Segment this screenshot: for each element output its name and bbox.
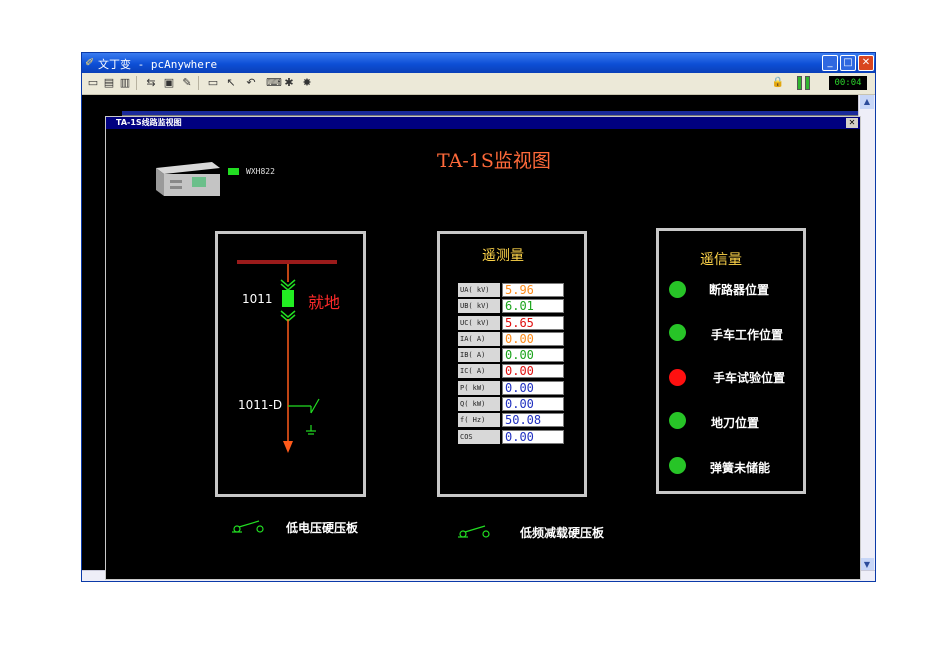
- status-indicator-icon: [669, 324, 686, 341]
- status-indicator-icon: [669, 412, 686, 429]
- clipboard-icon[interactable]: ▣: [162, 76, 176, 90]
- telemetry-value: 0.00: [502, 429, 564, 444]
- device-label: WXH822: [246, 167, 275, 176]
- telemetry-value: 50.08: [502, 413, 564, 428]
- low-frequency-plate-switch-icon[interactable]: [456, 523, 492, 539]
- screen-icon[interactable]: ▭: [206, 76, 220, 90]
- inner-title-bar[interactable]: TA-1S线路监视图 ✕: [106, 117, 860, 129]
- toolbar: ▭ ▤ ▥ ⇆ ▣ ✎ ▭ ↖ ↶ ⌨ ✱ ✸ 🔒 00:04: [82, 73, 875, 95]
- diagram-title: TA-1S监视图: [437, 150, 551, 172]
- chat-icon[interactable]: ✎: [180, 76, 194, 90]
- view-icon[interactable]: ▭: [86, 76, 100, 90]
- telemetry-row: IB( A) 0.00: [458, 347, 564, 363]
- inner-window-title: TA-1S线路监视图: [116, 118, 182, 127]
- telemetry-row: IA( A) 0.00: [458, 331, 564, 347]
- lock-icon[interactable]: 🔒: [771, 76, 785, 90]
- telemetry-table: UA( kV) 5.96 UB( kV) 6.01 UC( kV) 5.65 I…: [458, 282, 564, 445]
- cursor-icon[interactable]: ↖: [224, 76, 238, 90]
- cart-test-position-label: 手车试验位置: [713, 371, 786, 385]
- maximize-button[interactable]: □: [840, 55, 856, 71]
- properties-icon[interactable]: ▥: [118, 76, 132, 90]
- status-indicator-icon: [669, 457, 686, 474]
- telesignal-title: 遥信量: [700, 252, 742, 268]
- telemetry-value: 0.00: [502, 364, 564, 379]
- telemetry-row: COS 0.00: [458, 429, 564, 445]
- telemetry-row: UB( kV) 6.01: [458, 298, 564, 314]
- undo-icon[interactable]: ↶: [244, 76, 258, 90]
- telemetry-label: COS: [458, 429, 500, 444]
- telemetry-label: IA( A): [458, 331, 500, 346]
- telemetry-label: f( Hz): [458, 413, 500, 428]
- toolbar-separator: [198, 76, 199, 90]
- telemetry-row: IC( A) 0.00: [458, 363, 564, 379]
- telemetry-label: P( kW): [458, 380, 500, 395]
- telemetry-label: IC( A): [458, 364, 500, 379]
- status-indicator-icon: [669, 281, 686, 298]
- save-icon[interactable]: ▤: [102, 76, 116, 90]
- keyboard-icon[interactable]: ⌨: [266, 76, 282, 90]
- telemetry-label: IB( A): [458, 348, 500, 363]
- device-status-led: [228, 168, 239, 175]
- telemetry-value: 0.00: [502, 380, 564, 395]
- local-mode-label: 就地: [308, 293, 341, 312]
- telemetry-row: P( kW) 0.00: [458, 380, 564, 396]
- pcanywhere-app-icon: ✐: [85, 56, 95, 69]
- end-session-icon[interactable]: ✸: [300, 76, 314, 90]
- protection-device-image: [156, 162, 220, 196]
- telemetry-value: 0.00: [502, 397, 564, 412]
- telemetry-row: Q( kW) 0.00: [458, 396, 564, 412]
- cart-working-position-label: 手车工作位置: [711, 328, 784, 342]
- inner-close-button[interactable]: ✕: [846, 118, 858, 128]
- telemetry-label: UC( kV): [458, 315, 500, 330]
- minimize-button[interactable]: _: [822, 55, 838, 71]
- single-line-diagram: [237, 260, 337, 453]
- telemetry-title: 遥测量: [482, 248, 524, 264]
- low-frequency-plate-label: 低频减载硬压板: [520, 526, 605, 540]
- low-voltage-plate-switch-icon[interactable]: [230, 518, 266, 534]
- title-bar[interactable]: ✐ 文丁变 - pcAnywhere _ □ ✕: [82, 53, 875, 73]
- signal-bars-icon: [797, 76, 817, 90]
- telemetry-row: UC( kV) 5.65: [458, 315, 564, 331]
- send-keys-icon[interactable]: ✱: [282, 76, 296, 90]
- status-indicator-icon: [669, 369, 686, 386]
- telemetry-row: f( Hz) 50.08: [458, 412, 564, 428]
- telemetry-label: UB( kV): [458, 299, 500, 314]
- earth-switch-position-label: 地刀位置: [711, 416, 760, 430]
- telemetry-value: 5.96: [502, 283, 564, 297]
- low-voltage-plate-label: 低电压硬压板: [286, 521, 359, 535]
- breaker-position-label: 断路器位置: [709, 283, 770, 297]
- telemetry-value: 0.00: [502, 331, 564, 346]
- telemetry-value: 0.00: [502, 348, 564, 363]
- scroll-up-icon[interactable]: ▲: [860, 95, 874, 109]
- telemetry-value: 5.65: [502, 315, 564, 330]
- spring-uncharged-label: 弹簧未储能: [710, 461, 771, 475]
- toolbar-separator: [136, 76, 137, 90]
- breaker-1011-label: 1011: [242, 292, 273, 306]
- telemetry-value: 6.01: [502, 299, 564, 314]
- session-timer: 00:04: [829, 76, 867, 90]
- earth-switch-1011-d-label: 1011-D: [238, 398, 283, 412]
- transfer-icon[interactable]: ⇆: [144, 76, 158, 90]
- close-button[interactable]: ✕: [858, 55, 874, 71]
- telemetry-row: UA( kV) 5.96: [458, 282, 564, 298]
- telemetry-label: UA( kV): [458, 283, 500, 297]
- window-title: 文丁变 - pcAnywhere: [98, 58, 218, 71]
- telemetry-label: Q( kW): [458, 397, 500, 412]
